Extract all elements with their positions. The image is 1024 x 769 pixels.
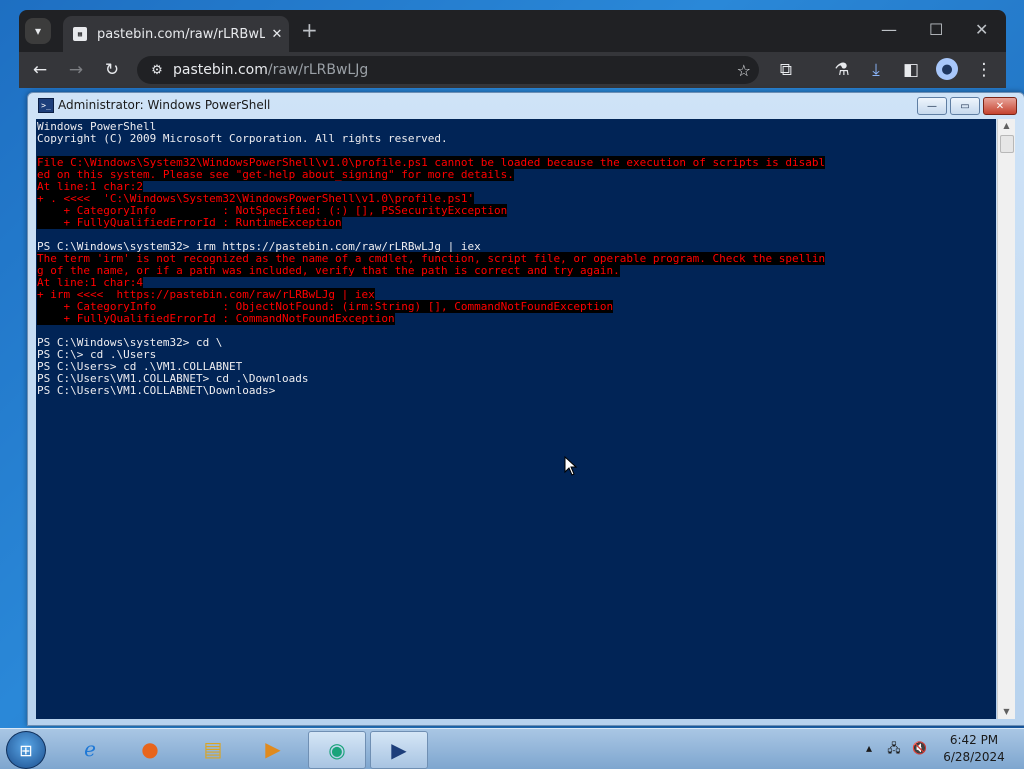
taskbar: ⊞ ℯ ● ▤ ▶ ◉ ▶ ▴ 🖧 🔇 6:42 PM 6/28/2024 — [0, 728, 1024, 769]
download-icon[interactable]: ⤓ — [864, 58, 888, 82]
system-tray[interactable]: ▴ 🖧 🔇 — [866, 739, 927, 760]
side-panel-icon[interactable]: ◧ — [899, 58, 923, 82]
ps-maximize-button[interactable]: ▭ — [950, 97, 980, 115]
console-line: Copyright (C) 2009 Microsoft Corporation… — [37, 132, 448, 145]
tab-title: pastebin.com/raw/rLRBwLJg — [97, 26, 265, 42]
back-arrow-icon[interactable]: ← — [28, 58, 52, 82]
clock-date: 6/28/2024 — [943, 750, 1005, 764]
vertical-scrollbar[interactable]: ▲ ▼ — [997, 119, 1015, 719]
browser-window: ▾ ▦ pastebin.com/raw/rLRBwLJg ✕ + — ☐ ✕ … — [19, 10, 1006, 88]
forward-arrow-icon[interactable]: → — [64, 58, 88, 82]
media-player-icon[interactable]: ▶ — [245, 731, 301, 767]
app-icon[interactable]: ◉ — [308, 731, 366, 769]
url-path: /raw/rLRBwLJg — [267, 62, 369, 78]
site-info-icon[interactable]: ⚙ — [147, 63, 167, 78]
close-window-button[interactable]: ✕ — [975, 20, 988, 39]
extensions-icon[interactable]: ⧉ — [774, 58, 798, 82]
url-host: pastebin.com — [173, 62, 268, 78]
clock[interactable]: 6:42 PM 6/28/2024 — [942, 732, 1006, 766]
pastebin-favicon-icon: ▦ — [73, 27, 87, 41]
browser-toolbar: ← → ↻ ⚙ pastebin.com/raw/rLRBwLJg ☆ ⧉ ⚗ … — [19, 52, 1006, 88]
console-output[interactable]: Windows PowerShell Copyright (C) 2009 Mi… — [36, 119, 996, 719]
file-explorer-icon[interactable]: ▤ — [185, 731, 241, 767]
ps-minimize-button[interactable]: — — [917, 97, 947, 115]
scroll-up-icon[interactable]: ▲ — [998, 119, 1015, 133]
profile-avatar-icon[interactable]: ● — [936, 58, 958, 80]
powershell-icon: >_ — [38, 98, 54, 113]
start-button[interactable]: ⊞ — [6, 731, 46, 769]
powershell-window: >_ Administrator: Windows PowerShell — ▭… — [27, 92, 1024, 726]
firefox-icon[interactable]: ● — [122, 731, 178, 767]
new-tab-button[interactable]: + — [301, 20, 318, 40]
reload-icon[interactable]: ↻ — [100, 58, 124, 82]
tab-close-icon[interactable]: ✕ — [265, 27, 289, 42]
console-text: Windows PowerShell Copyright (C) 2009 Mi… — [36, 119, 996, 399]
mouse-pointer-icon — [564, 456, 578, 476]
scroll-thumb[interactable] — [1000, 135, 1014, 153]
ps-close-button[interactable]: ✕ — [983, 97, 1017, 115]
console-error-line: + FullyQualifiedErrorId : RuntimeExcepti… — [37, 216, 342, 229]
console-line: PS C:\Users\VM1.COLLABNET\Downloads> — [37, 384, 276, 397]
minimize-button[interactable]: — — [881, 20, 897, 39]
maximize-button[interactable]: ☐ — [929, 20, 943, 39]
internet-explorer-icon[interactable]: ℯ — [62, 731, 118, 767]
bookmark-star-icon[interactable]: ☆ — [737, 61, 751, 80]
labs-flask-icon[interactable]: ⚗ — [830, 58, 854, 82]
console-error-line: + FullyQualifiedErrorId : CommandNotFoun… — [37, 312, 395, 325]
tab-pastebin[interactable]: ▦ pastebin.com/raw/rLRBwLJg ✕ — [63, 16, 289, 52]
tab-strip: ▾ ▦ pastebin.com/raw/rLRBwLJg ✕ + — ☐ ✕ — [19, 10, 1006, 52]
powershell-titlebar[interactable]: >_ Administrator: Windows PowerShell — ▭… — [28, 93, 1024, 117]
window-title: Administrator: Windows PowerShell — [58, 98, 271, 112]
clock-time: 6:42 PM — [949, 733, 999, 747]
tab-search-button[interactable]: ▾ — [25, 18, 51, 44]
address-bar[interactable]: ⚙ pastebin.com/raw/rLRBwLJg ☆ — [137, 56, 759, 84]
powershell-taskbar-icon[interactable]: ▶ — [370, 731, 428, 769]
menu-kebab-icon[interactable]: ⋮ — [972, 58, 996, 82]
scroll-down-icon[interactable]: ▼ — [998, 705, 1015, 719]
